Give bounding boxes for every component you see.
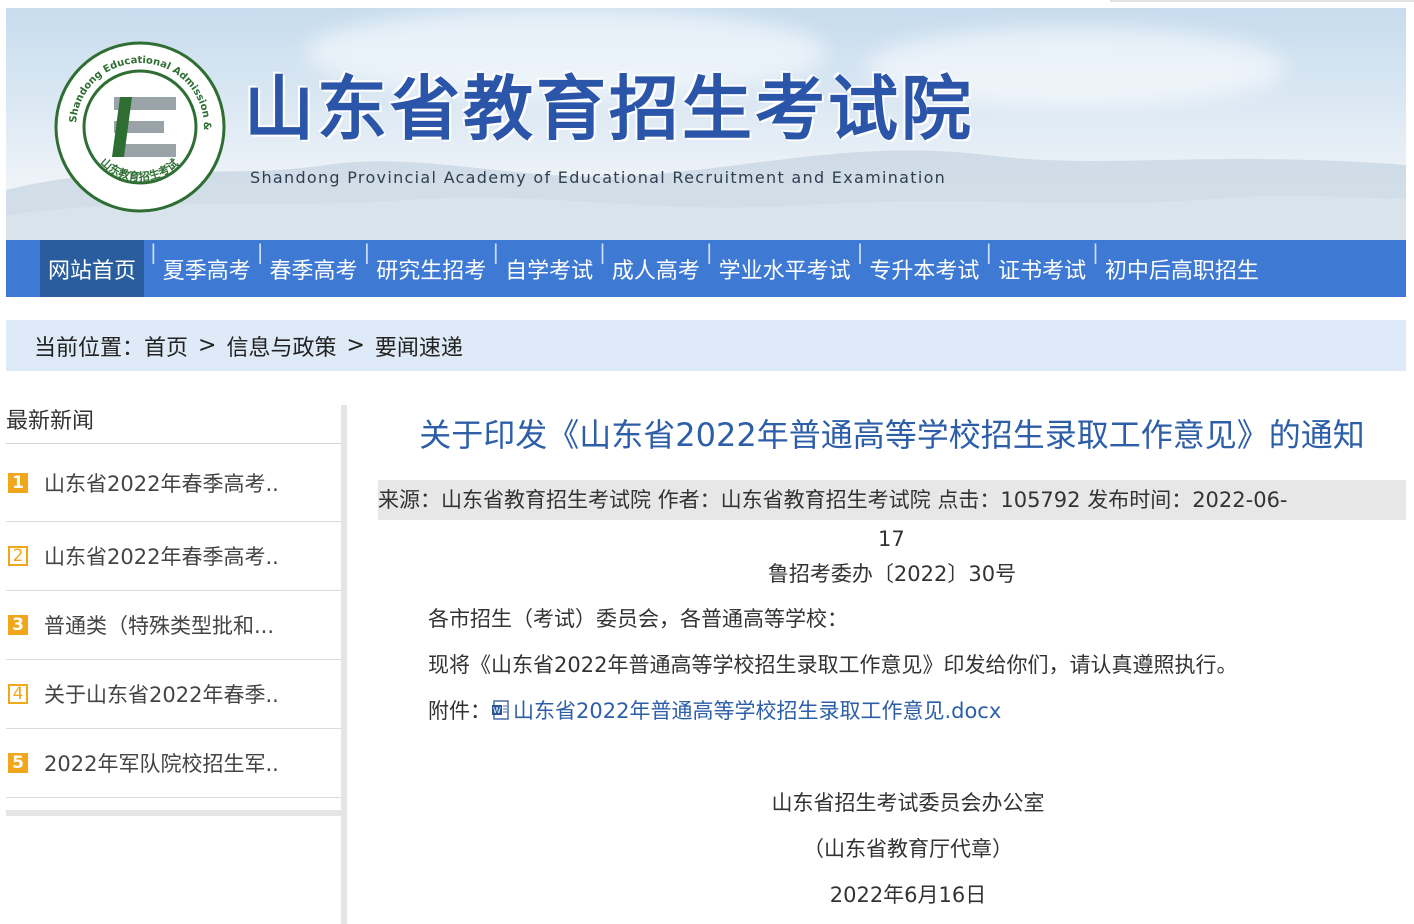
word-doc-icon: W bbox=[492, 700, 509, 720]
nav-separator: | bbox=[363, 240, 371, 264]
news-rank-badge: 2 bbox=[8, 546, 28, 566]
sidebar-title: 最新新闻 bbox=[6, 405, 342, 444]
news-rank-badge: 1 bbox=[8, 472, 28, 493]
academy-logo: Shandong Educational Admission & Examina… bbox=[54, 41, 226, 213]
news-item-title: 普通类（特殊类型批和... bbox=[44, 614, 275, 638]
sidebar-divider bbox=[341, 405, 347, 924]
nav-item-9[interactable]: 初中后高职招生 bbox=[1105, 240, 1259, 297]
breadcrumb-label: 当前位置： bbox=[34, 335, 145, 361]
nav-item-5[interactable]: 成人高考 bbox=[612, 240, 700, 297]
nav-item-4[interactable]: 自学考试 bbox=[505, 240, 593, 297]
news-item[interactable]: 1 山东省2022年春季高考.. bbox=[6, 444, 342, 522]
news-item-title: 山东省2022年春季高考.. bbox=[44, 471, 279, 496]
site-subtitle: Shandong Provincial Academy of Education… bbox=[250, 168, 947, 187]
nav-separator: | bbox=[705, 240, 713, 264]
main-nav: 网站首页 | 夏季高考 | 春季高考 | 研究生招考 | 自学考试 | 成人高考 | 学业水平考试 | 专升… bbox=[6, 240, 1406, 297]
nav-item-0[interactable]: 网站首页 bbox=[40, 240, 145, 297]
nav-separator: | bbox=[856, 240, 864, 264]
article-title: 关于印发《山东省2022年普通高等学校招生录取工作意见》的通知 bbox=[419, 416, 1365, 454]
breadcrumb: 当前位置： 首页 > 信息与政策 > 要闻速递 bbox=[6, 320, 1406, 371]
news-item[interactable]: 3 普通类（特殊类型批和... bbox=[6, 591, 342, 660]
news-item-title: 关于山东省2022年春季.. bbox=[44, 683, 279, 707]
news-rank-badge: 3 bbox=[8, 615, 28, 635]
nav-separator: | bbox=[492, 240, 500, 264]
news-item-title: 2022年军队院校招生军.. bbox=[44, 752, 279, 776]
latest-news-sidebar: 最新新闻 1 山东省2022年春季高考.. 2 山东省2022年春季高考.. 3 普通类（… bbox=[6, 405, 342, 815]
nav-item-2[interactable]: 春季高考 bbox=[270, 240, 358, 297]
document-number: 鲁招考委办〔2022〕30号 bbox=[767, 562, 1017, 586]
breadcrumb-separator: > bbox=[346, 333, 365, 358]
news-item-title: 山东省2022年春季高考.. bbox=[44, 545, 279, 569]
site-title: 山东省教育招生考试院 bbox=[244, 68, 974, 150]
nav-item-7[interactable]: 专升本考试 bbox=[869, 240, 979, 297]
news-rank-badge: 4 bbox=[8, 684, 28, 704]
nav-separator: | bbox=[256, 240, 264, 264]
salutation: 各市招生（考试）委员会，各普通高等学校： bbox=[428, 607, 848, 631]
attachment-label: 附件： bbox=[428, 699, 491, 723]
attachment-link[interactable]: 山东省2022年普通高等学校招生录取工作意见.docx bbox=[513, 699, 1001, 723]
nav-item-1[interactable]: 夏季高考 bbox=[163, 240, 251, 297]
nav-item-6[interactable]: 学业水平考试 bbox=[719, 240, 851, 297]
article-meta-wrap: 17 bbox=[878, 527, 905, 551]
nav-separator: | bbox=[150, 240, 157, 264]
news-item[interactable]: 5 2022年军队院校招生军.. bbox=[6, 729, 342, 798]
nav-separator: | bbox=[1092, 240, 1099, 264]
issue-date: 2022年6月16日 bbox=[829, 883, 987, 907]
top-rule bbox=[1110, 0, 1414, 2]
news-item[interactable]: 2 山东省2022年春季高考.. bbox=[6, 522, 342, 591]
nav-separator: | bbox=[599, 240, 606, 264]
breadcrumb-separator: > bbox=[198, 333, 217, 358]
breadcrumb-info-policy[interactable]: 信息与政策 bbox=[226, 330, 336, 362]
svg-text:W: W bbox=[493, 706, 501, 715]
news-item[interactable]: 4 关于山东省2022年春季.. bbox=[6, 660, 342, 729]
site-header: Shandong Educational Admission & Examina… bbox=[6, 8, 1406, 240]
issuer: 山东省招生考试委员会办公室 bbox=[771, 791, 1045, 815]
news-rank-badge: 5 bbox=[8, 753, 28, 773]
nav-separator: | bbox=[985, 240, 993, 264]
article-meta: 来源：山东省教育招生考试院 作者：山东省教育招生考试院 点击：105792 发布… bbox=[378, 480, 1406, 520]
breadcrumb-news-express[interactable]: 要闻速递 bbox=[375, 330, 463, 362]
nav-item-3[interactable]: 研究生招考 bbox=[376, 240, 486, 297]
sidebar-bottom-rule bbox=[6, 810, 342, 816]
attachment-row: 附件： W 山东省2022年普通高等学校招生录取工作意见.docx bbox=[428, 695, 1001, 725]
nav-item-8[interactable]: 证书考试 bbox=[998, 240, 1086, 297]
seal-note: （山东省教育厅代章） bbox=[803, 837, 1013, 861]
article-body: 现将《山东省2022年普通高等学校招生录取工作意见》印发给你们，请认真遵照执行。 bbox=[428, 653, 1238, 677]
breadcrumb-home[interactable]: 首页 bbox=[144, 330, 188, 362]
